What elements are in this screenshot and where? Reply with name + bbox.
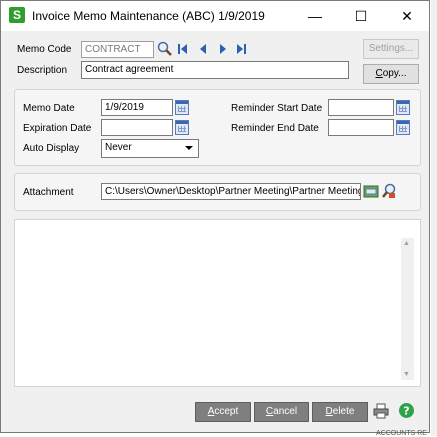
reminder-start-calendar-icon[interactable]: [396, 100, 410, 115]
reminder-end-calendar-icon[interactable]: [396, 120, 410, 135]
last-record-icon[interactable]: [236, 43, 246, 55]
expiration-date-input[interactable]: [101, 119, 173, 136]
previous-record-icon[interactable]: [198, 43, 208, 55]
auto-display-label: Auto Display: [23, 143, 80, 154]
close-button[interactable]: ✕: [384, 1, 430, 31]
reminder-end-label: Reminder End Date: [231, 123, 319, 134]
view-attachment-icon[interactable]: [381, 183, 397, 199]
browse-folder-icon[interactable]: [363, 183, 379, 199]
memo-date-label: Memo Date: [23, 103, 75, 114]
search-icon[interactable]: [157, 41, 173, 57]
memo-code-input[interactable]: CONTRACT: [81, 41, 154, 58]
printer-icon[interactable]: [373, 403, 389, 419]
auto-display-select[interactable]: Never: [101, 139, 199, 158]
sage-app-icon: S: [9, 7, 25, 23]
invoice-memo-window: S Invoice Memo Maintenance (ABC) 1/9/201…: [0, 0, 430, 433]
vertical-scrollbar[interactable]: ▲ ▼: [401, 238, 414, 380]
reminder-end-input[interactable]: [328, 119, 394, 136]
delete-button[interactable]: Delete: [312, 402, 368, 422]
expiration-date-calendar-icon[interactable]: [175, 120, 189, 135]
help-icon[interactable]: ?: [398, 402, 415, 419]
cancel-button[interactable]: Cancel: [254, 402, 309, 422]
reminder-start-label: Reminder Start Date: [231, 103, 323, 114]
memo-code-label: Memo Code: [17, 44, 72, 55]
background-app-strip: [431, 0, 437, 436]
settings-button[interactable]: Settings...: [363, 39, 419, 59]
memo-text-area[interactable]: ▲ ▼: [14, 219, 421, 387]
chevron-down-icon: [185, 146, 193, 150]
scroll-up-icon[interactable]: ▲: [403, 240, 410, 247]
copy-button[interactable]: Copy...: [363, 64, 419, 84]
attachment-label: Attachment: [23, 187, 74, 198]
description-label: Description: [17, 65, 68, 76]
memo-date-calendar-icon[interactable]: [175, 100, 189, 115]
title-bar: S Invoice Memo Maintenance (ABC) 1/9/201…: [1, 1, 429, 31]
svg-text:?: ?: [403, 405, 409, 418]
next-record-icon[interactable]: [218, 43, 228, 55]
scroll-down-icon[interactable]: ▼: [403, 371, 410, 378]
window-title: Invoice Memo Maintenance (ABC) 1/9/2019: [32, 9, 265, 23]
first-record-icon[interactable]: [178, 43, 188, 55]
expiration-date-label: Expiration Date: [23, 123, 92, 134]
minimize-button[interactable]: —: [292, 1, 338, 31]
reminder-start-input[interactable]: [328, 99, 394, 116]
memo-date-input[interactable]: 1/9/2019: [101, 99, 173, 116]
attachment-path-input[interactable]: C:\Users\Owner\Desktop\Partner Meeting\P…: [101, 183, 361, 200]
maximize-button[interactable]: ☐: [338, 1, 384, 31]
accept-button[interactable]: Accept: [195, 402, 251, 422]
description-input[interactable]: Contract agreement: [81, 61, 349, 79]
auto-display-value: Never: [105, 142, 132, 153]
